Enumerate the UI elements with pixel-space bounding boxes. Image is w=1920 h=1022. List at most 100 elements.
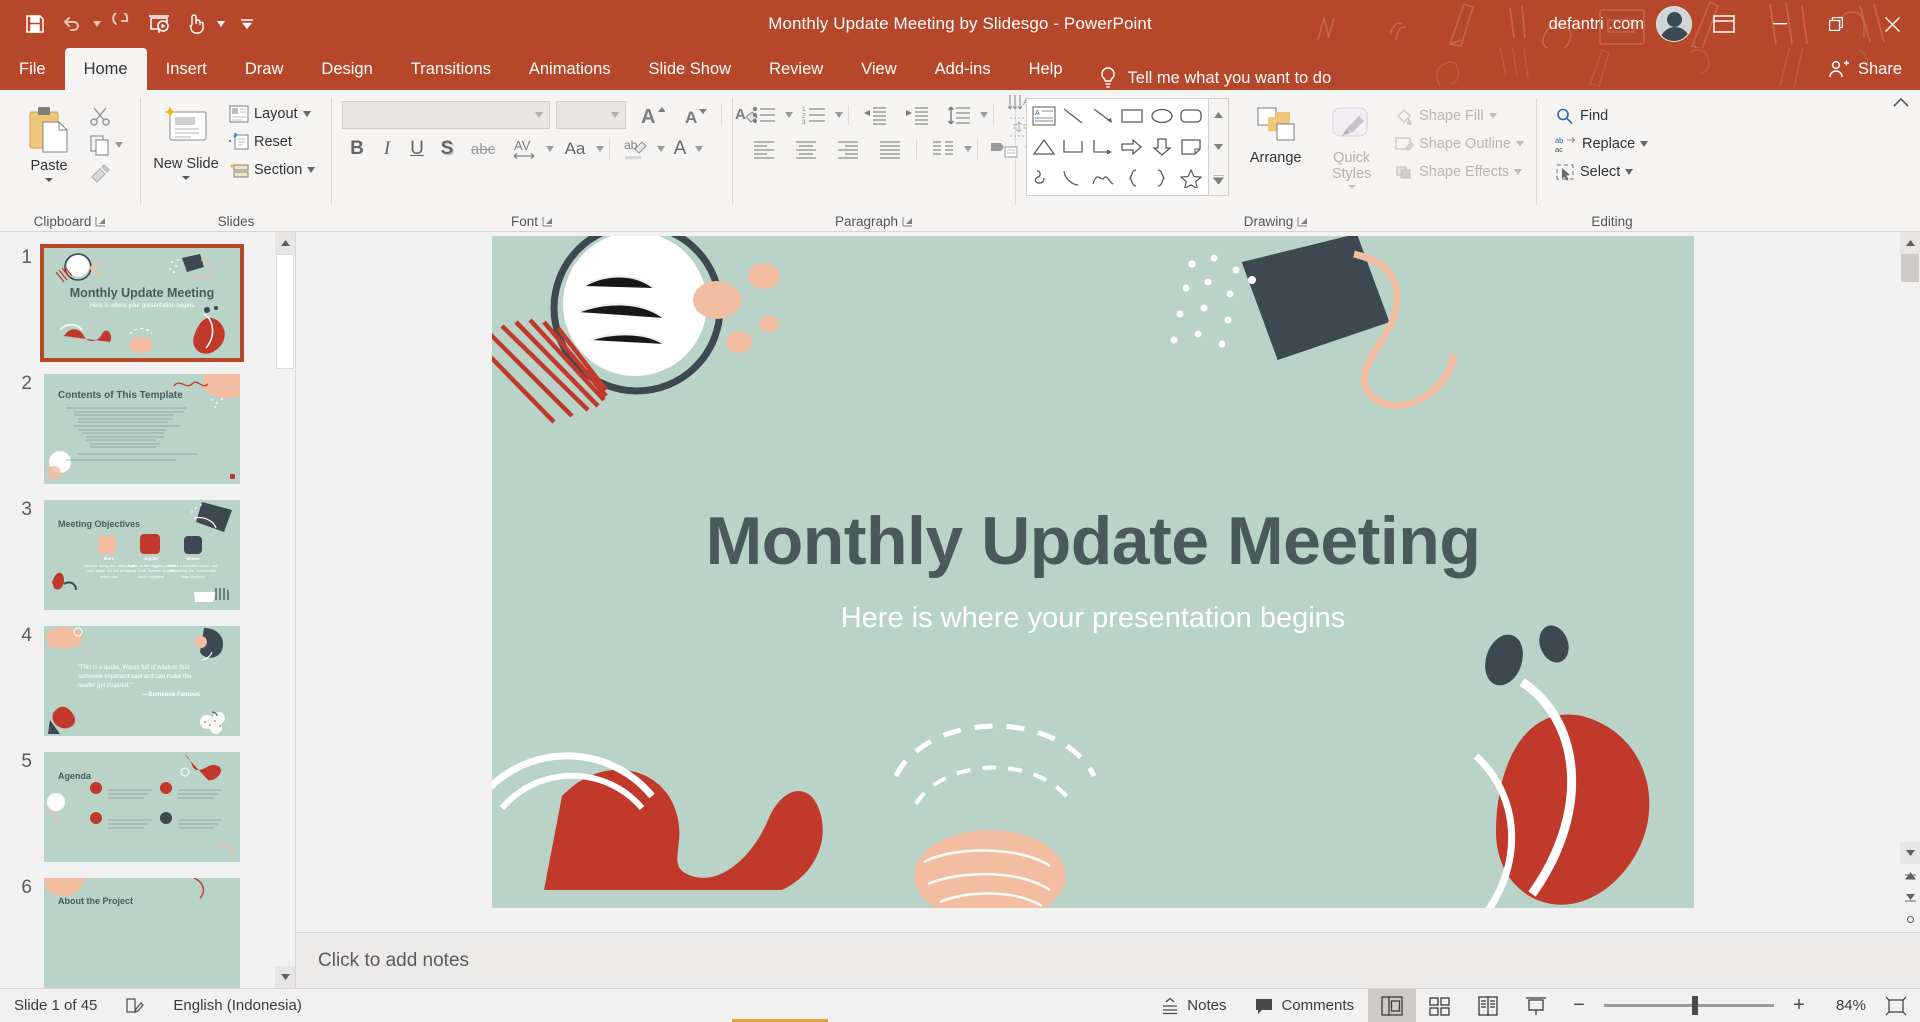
tab-review[interactable]: Review [750,48,842,90]
customize-quick-access-button[interactable] [230,8,264,40]
shape-fill-button[interactable]: Shape Fill [1389,102,1529,130]
line-spacing-button[interactable] [938,101,980,129]
thumbnail-scroll-down-button[interactable] [275,966,295,988]
slide-vertical-scrollbar[interactable] [1900,232,1920,932]
section-button[interactable]: Section [224,156,320,184]
numbering-caret-icon[interactable] [835,112,843,118]
normal-view-button[interactable] [1368,988,1416,1022]
new-slide-caret-icon[interactable] [182,175,190,180]
text-shadow-button[interactable]: S [432,135,462,163]
layout-button[interactable]: Layout [224,100,320,128]
shape-rounded-rectangle[interactable] [1177,101,1207,132]
new-slide-button[interactable]: New Slide [148,98,224,180]
spellcheck-button[interactable] [111,989,159,1022]
start-from-beginning-button[interactable] [142,8,176,40]
shape-arc[interactable] [1059,162,1089,193]
shapes-gallery-scrollbar[interactable] [1208,99,1229,195]
thumbnail-slide-6[interactable]: About the Project [44,878,240,988]
slide-scroll-down-button[interactable] [1900,842,1920,864]
character-spacing-caret-icon[interactable] [546,146,554,152]
tab-slide-show[interactable]: Slide Show [630,48,751,90]
collapse-ribbon-button[interactable] [1892,96,1910,115]
shape-right-arrow[interactable] [1118,132,1148,163]
shape-oval[interactable] [1147,101,1177,132]
notes-pane[interactable]: Click to add notes [296,932,1920,988]
replace-button[interactable]: ab ac Replace [1550,130,1653,158]
shape-line[interactable] [1059,101,1089,132]
thumbnail-slide-5[interactable]: Agenda [44,752,240,862]
font-dialog-launcher[interactable] [542,216,553,227]
previous-slide-button[interactable] [1900,864,1920,886]
drawing-dialog-launcher[interactable] [1297,216,1308,227]
change-case-button[interactable]: Aa [554,135,596,163]
ribbon-display-options-button[interactable] [1702,0,1746,48]
redo-button[interactable] [106,8,140,40]
close-button[interactable] [1864,0,1920,48]
select-caret-icon[interactable] [1625,169,1634,175]
shapes-scroll-up-button[interactable] [1209,99,1228,131]
copy-caret-icon[interactable] [115,142,123,148]
select-button[interactable]: Select [1550,158,1653,186]
shape-rectangle[interactable] [1118,101,1148,132]
notes-button[interactable]: Notes [1146,989,1240,1022]
font-color-caret-icon[interactable] [695,146,703,152]
fit-slide-button[interactable] [1872,989,1920,1022]
section-caret-icon[interactable] [307,167,316,173]
shape-left-brace[interactable] [1118,162,1148,193]
share-button[interactable]: Share [1828,48,1902,90]
shape-outline-button[interactable]: Shape Outline [1389,130,1529,158]
touch-mode-button[interactable] [178,8,212,40]
slide-subtitle[interactable]: Here is where your presentation begins [492,602,1694,635]
columns-caret-icon[interactable] [964,146,972,152]
tab-animations[interactable]: Animations [510,48,630,90]
thumbnail-slide-3[interactable]: Meeting Objectives Mars Despite being re… [44,500,240,610]
align-left-button[interactable] [743,135,785,163]
underline-button[interactable]: U [402,135,432,163]
thumbnail-slide-1[interactable]: Monthly Update Meeting Here is where you… [40,244,244,362]
zoom-percent[interactable]: 84% [1818,997,1872,1014]
shapes-scroll-down-button[interactable] [1209,131,1228,163]
slide-show-view-button[interactable] [1512,989,1560,1022]
shape-triangle[interactable] [1029,132,1059,163]
tab-draw[interactable]: Draw [226,48,303,90]
minimize-button[interactable] [1752,0,1808,48]
font-size-caret-icon[interactable] [611,112,619,118]
shape-star[interactable] [1177,162,1207,193]
copy-button[interactable] [85,131,115,159]
thumbnail-scroll-up-button[interactable] [275,232,295,254]
language-button[interactable]: English (Indonesia) [159,989,315,1022]
decrease-font-size-button[interactable]: A [674,101,716,129]
slide-counter[interactable]: Slide 1 of 45 [0,989,111,1022]
columns-button[interactable] [922,135,964,163]
quick-styles-button[interactable]: Quick Styles [1314,98,1389,190]
font-size-combobox[interactable] [556,101,626,129]
text-highlight-caret-icon[interactable] [657,146,665,152]
slide-title[interactable]: Monthly Update Meeting [492,502,1694,580]
font-color-button[interactable]: A [665,135,695,163]
tab-transitions[interactable]: Transitions [392,48,510,90]
shape-folded-corner[interactable] [1177,132,1207,163]
reading-view-button[interactable] [1464,989,1512,1022]
tab-design[interactable]: Design [302,48,391,90]
increase-font-size-button[interactable]: A [632,101,674,129]
bullets-caret-icon[interactable] [785,112,793,118]
bullets-button[interactable] [743,101,785,129]
shape-down-arrow[interactable] [1147,132,1177,163]
shape-elbow-connector[interactable] [1059,132,1089,163]
thumbnail-row-3[interactable]: 3 Meeting Objectives Mars Despite being … [0,492,275,618]
layout-caret-icon[interactable] [302,111,311,117]
increase-indent-button[interactable] [896,101,938,129]
format-painter-button[interactable] [85,160,115,188]
slide-scroll-thumb[interactable] [1901,254,1919,282]
zoom-in-button[interactable]: + [1786,994,1812,1017]
slide-scroll-up-button[interactable] [1900,232,1920,254]
shape-effects-caret-icon[interactable] [1514,169,1523,175]
comments-button[interactable]: Comments [1240,989,1368,1022]
shape-curve[interactable] [1088,162,1118,193]
zoom-track[interactable] [1604,996,1774,1015]
shapes-gallery[interactable]: A [1026,98,1230,196]
zoom-thumb[interactable] [1692,996,1698,1015]
tab-add-ins[interactable]: Add-ins [916,48,1010,90]
numbering-button[interactable]: 1 2 3 [793,101,835,129]
decrease-indent-button[interactable] [854,101,896,129]
